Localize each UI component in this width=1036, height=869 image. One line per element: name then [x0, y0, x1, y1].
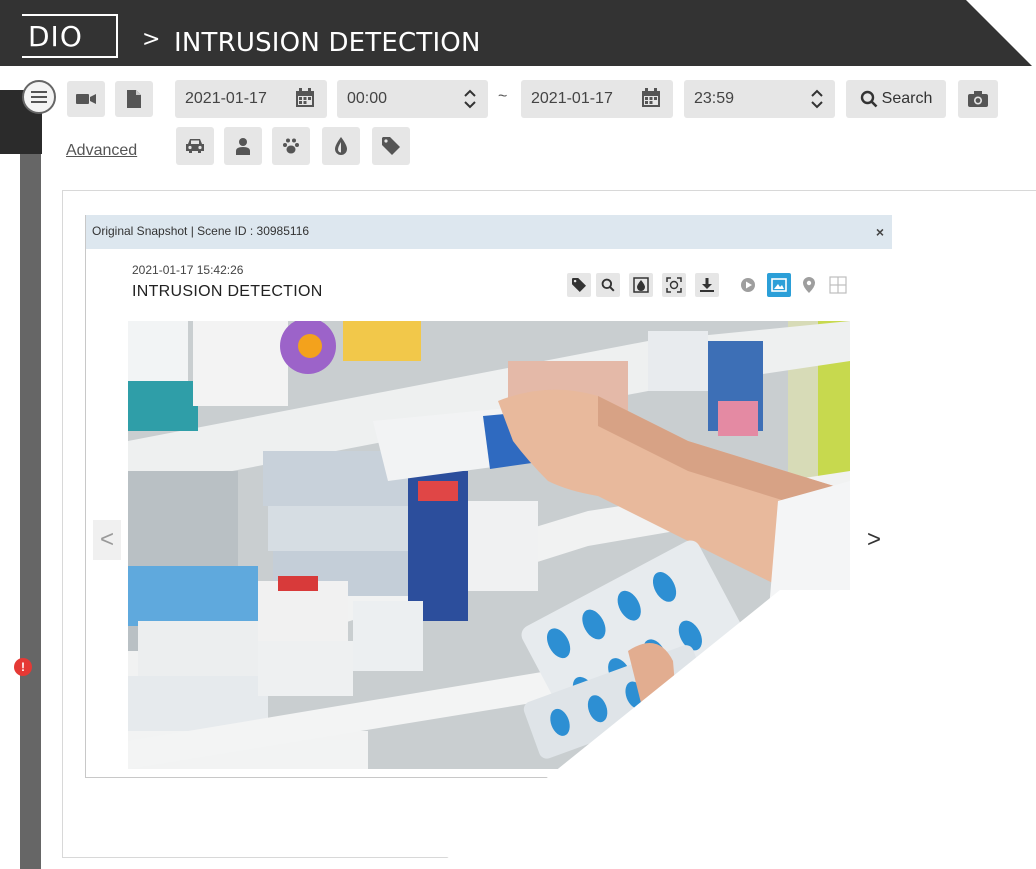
contrast-icon [633, 277, 649, 293]
contrast-button[interactable] [629, 273, 653, 297]
download-icon [700, 278, 714, 292]
frame-corner-top [966, 0, 1036, 70]
calendar-icon [642, 88, 660, 107]
paw-icon [283, 138, 299, 154]
grid-icon [829, 276, 847, 294]
face-scan-button[interactable] [662, 273, 686, 297]
video-camera-icon [76, 94, 96, 104]
start-date-field[interactable]: 2021-01-17 [175, 80, 327, 118]
filter-tag-button[interactable] [372, 127, 410, 165]
next-button[interactable]: > [860, 520, 888, 560]
sidebar-strip [20, 154, 41, 869]
search-icon [860, 90, 878, 108]
frame-corner-cutout [433, 590, 1036, 869]
camera-icon [968, 91, 988, 107]
up-down-icon [811, 89, 823, 109]
page-title: INTRUSION DETECTION [174, 28, 481, 58]
filter-color-button[interactable] [322, 127, 360, 165]
download-button[interactable] [695, 273, 719, 297]
up-down-icon [464, 89, 476, 109]
breadcrumb-separator: > [142, 27, 161, 52]
previous-button[interactable]: < [93, 520, 121, 560]
filter-vehicle-button[interactable] [176, 127, 214, 165]
tag-icon [572, 278, 586, 292]
snapshot-button[interactable] [958, 80, 998, 118]
file-mode-button[interactable] [115, 81, 153, 117]
tag-icon [382, 137, 400, 155]
start-time-value: 00:00 [347, 90, 388, 107]
search-button[interactable]: Search [846, 80, 946, 118]
video-mode-button[interactable] [67, 81, 105, 117]
file-icon [127, 90, 141, 108]
range-separator: ~ [498, 88, 508, 105]
menu-toggle-button[interactable] [22, 80, 56, 114]
person-icon [236, 138, 250, 155]
menu-icon [31, 91, 47, 103]
dialog-title: Original Snapshot | Scene ID : 30985116 [92, 224, 310, 238]
zoom-button[interactable] [596, 273, 620, 297]
face-scan-icon [666, 277, 682, 293]
map-view-button[interactable] [797, 273, 821, 297]
calendar-icon [296, 88, 314, 107]
start-date-value: 2021-01-17 [185, 90, 267, 107]
play-button[interactable] [736, 273, 760, 297]
filter-person-button[interactable] [224, 127, 262, 165]
alert-badge[interactable]: ! [14, 658, 32, 676]
search-label: Search [881, 90, 933, 107]
end-date-field[interactable]: 2021-01-17 [521, 80, 673, 118]
car-icon [186, 139, 204, 153]
close-button[interactable]: × [876, 224, 884, 240]
app-header: DIO > INTRUSION DETECTION [0, 0, 1036, 66]
map-pin-icon [803, 277, 815, 293]
tag-button[interactable] [567, 273, 591, 297]
play-icon [741, 278, 755, 292]
zoom-icon [601, 278, 615, 292]
image-view-button[interactable] [767, 273, 791, 297]
start-time-field[interactable]: 00:00 [337, 80, 488, 118]
snapshot-timestamp: 2021-01-17 15:42:26 [132, 263, 244, 277]
logo: DIO [28, 20, 83, 53]
image-icon [771, 278, 787, 292]
filter-animal-button[interactable] [272, 127, 310, 165]
end-time-field[interactable]: 23:59 [684, 80, 835, 118]
snapshot-event-title: INTRUSION DETECTION [132, 283, 323, 300]
advanced-link[interactable]: Advanced [66, 142, 137, 160]
app-window: DIO > INTRUSION DETECTION ! 2021-01-17 0… [0, 0, 1036, 869]
left-rail [0, 66, 20, 869]
grid-view-button[interactable] [826, 273, 850, 297]
end-time-value: 23:59 [694, 90, 735, 107]
drop-icon [335, 137, 347, 155]
dialog-header: Original Snapshot | Scene ID : 30985116 … [86, 215, 892, 249]
end-date-value: 2021-01-17 [531, 90, 613, 107]
